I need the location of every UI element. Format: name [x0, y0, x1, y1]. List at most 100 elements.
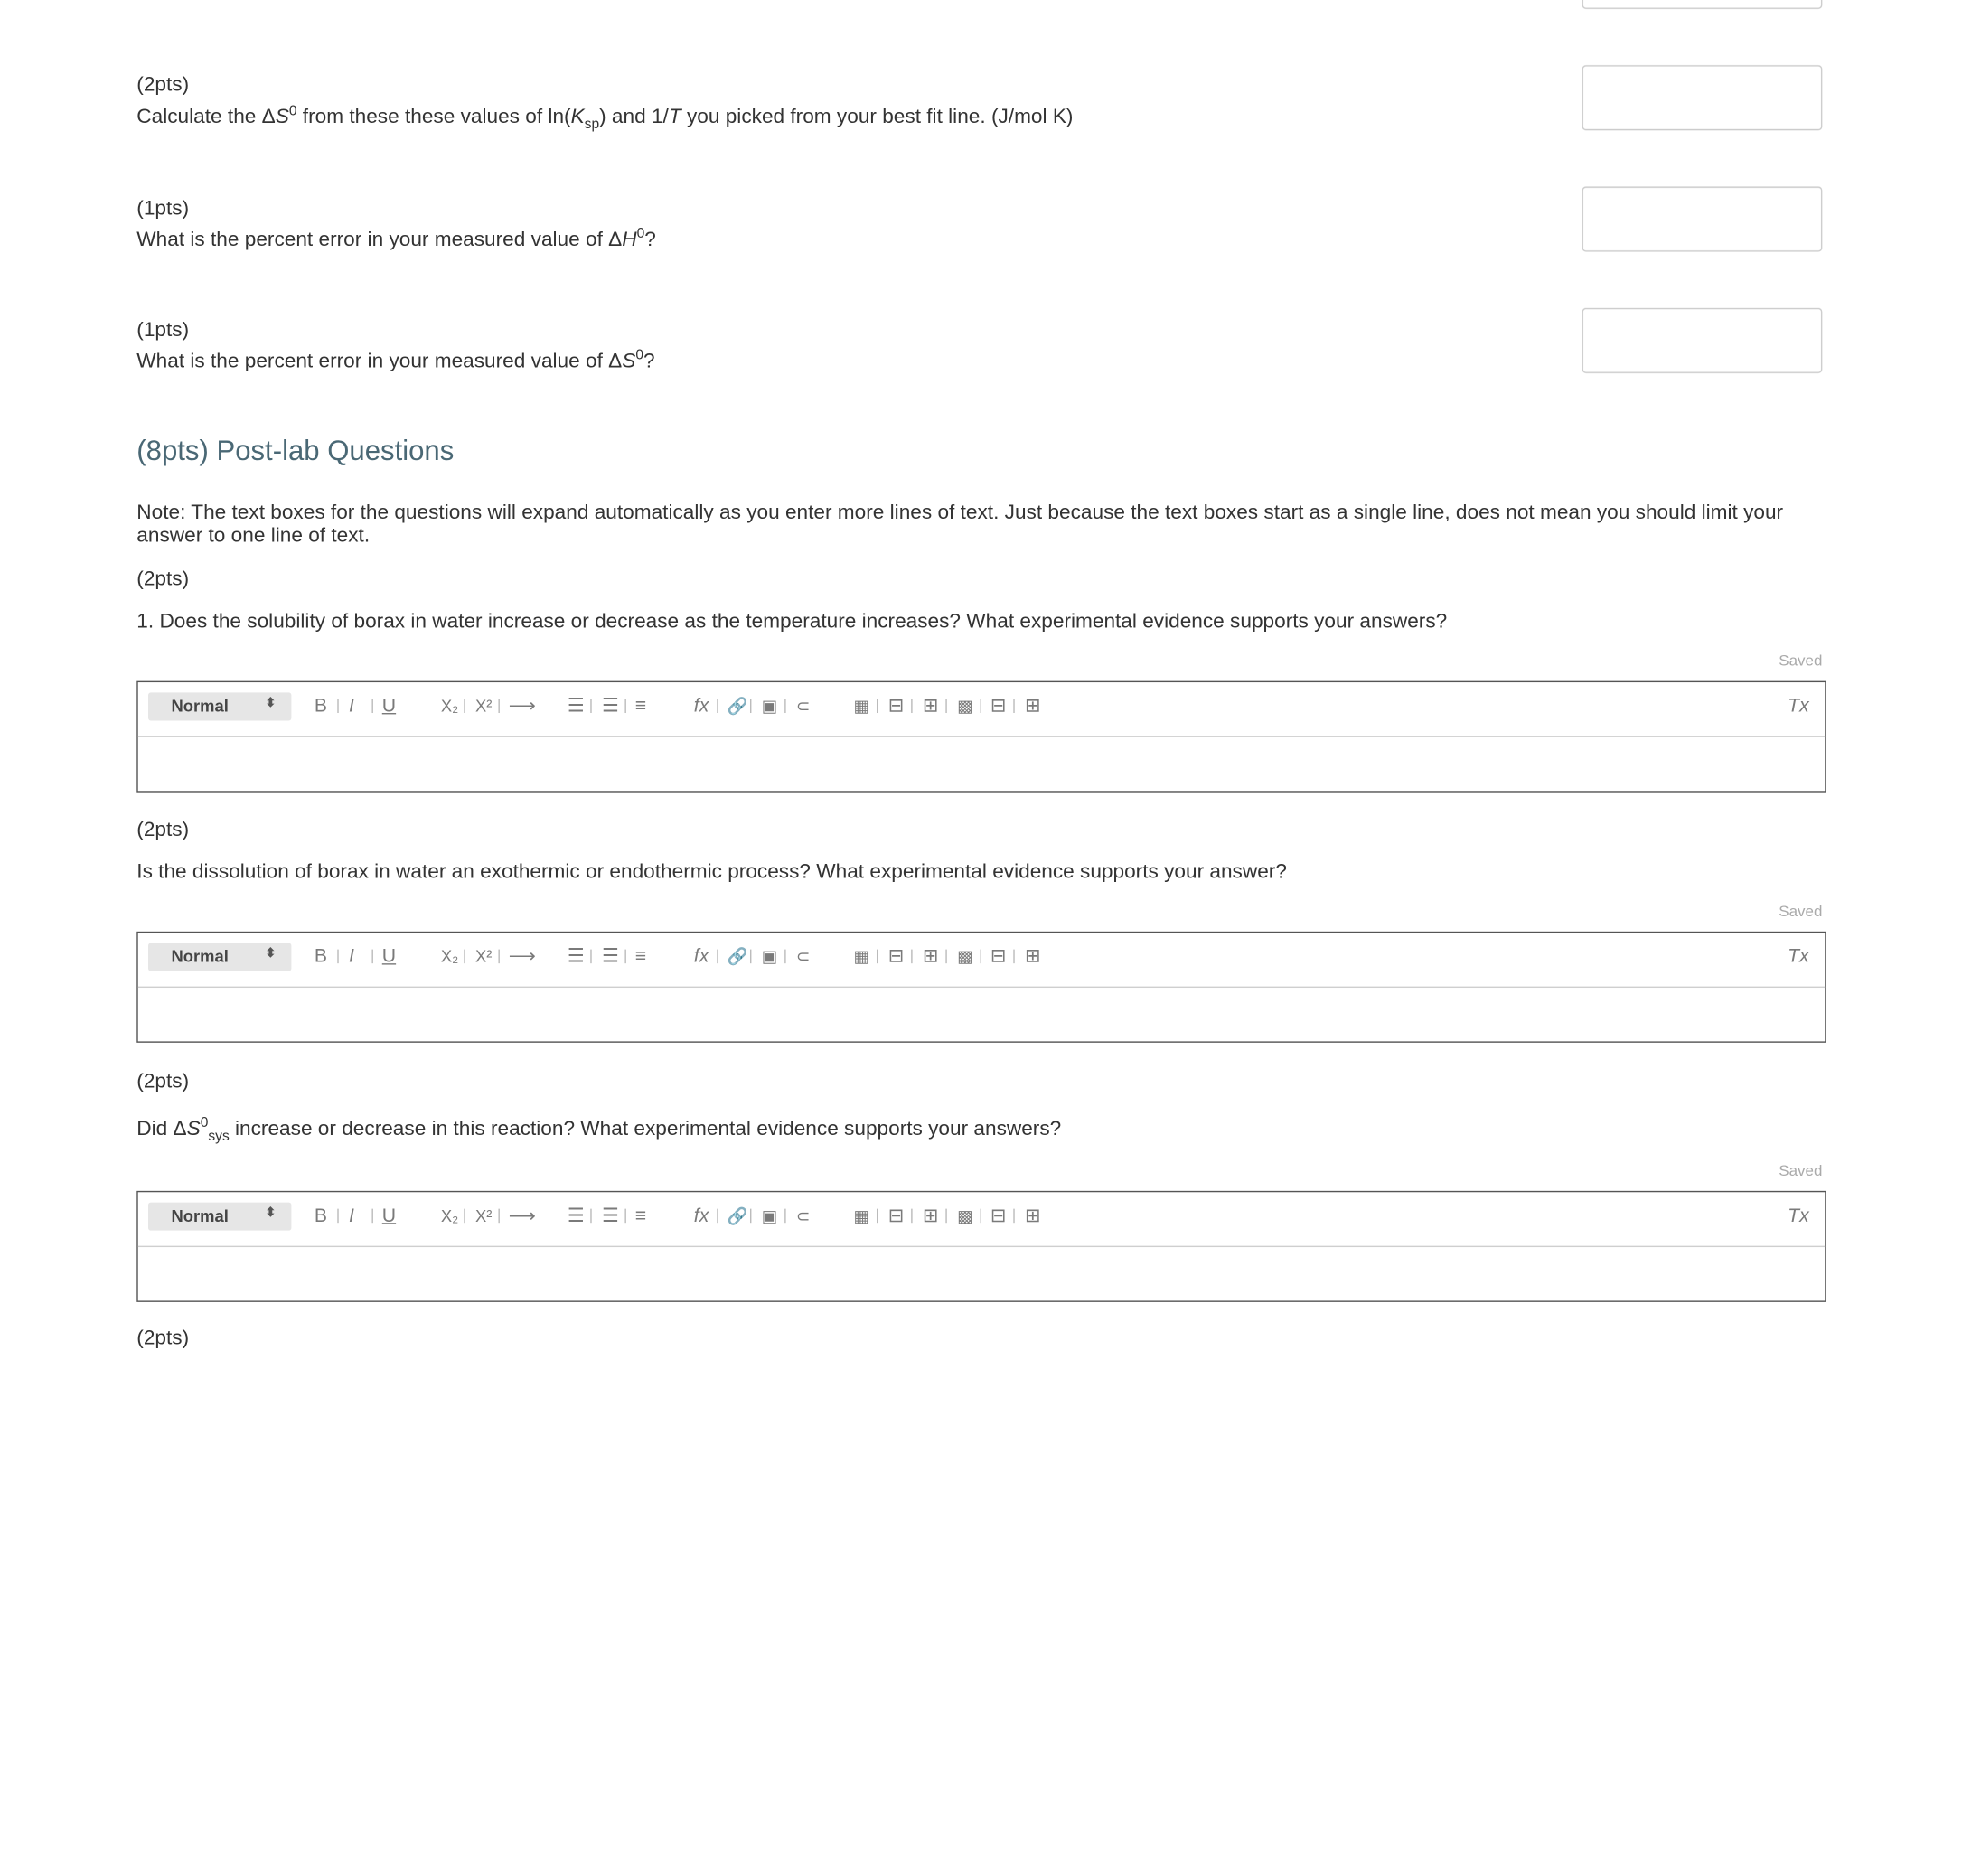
toolbar-separator — [784, 949, 786, 964]
arrow-icon[interactable]: ⟶ — [509, 1205, 536, 1227]
saved-status: Saved — [1779, 1161, 1823, 1180]
delete-row-icon[interactable]: ⊟ — [991, 1205, 1007, 1227]
insert-row-icon[interactable]: ⊟ — [888, 695, 905, 718]
insert-column-icon[interactable]: ⊞ — [923, 1205, 939, 1227]
editor-text-area[interactable] — [138, 988, 1825, 1040]
underline-icon[interactable]: U — [382, 695, 396, 718]
answer-input-error-s[interactable] — [1582, 307, 1823, 373]
insert-row-icon[interactable]: ⊟ — [888, 945, 905, 968]
italic-icon[interactable]: I — [349, 1205, 354, 1227]
delete-column-icon[interactable]: ⊞ — [1025, 1205, 1041, 1227]
italic-icon[interactable]: I — [349, 695, 354, 718]
attachment-icon[interactable]: ⊂ — [796, 945, 810, 968]
link-icon[interactable]: 🔗 — [728, 695, 748, 718]
formula-icon[interactable]: fx — [694, 1205, 709, 1227]
superscript-icon[interactable]: X² — [475, 1205, 492, 1227]
table-icon[interactable]: ▦ — [854, 945, 869, 968]
delete-column-icon[interactable]: ⊞ — [1025, 945, 1041, 968]
instruction-note: Note: The text boxes for the questions w… — [136, 502, 1784, 548]
subscript-icon[interactable]: X₂ — [441, 695, 458, 718]
ordered-list-icon[interactable]: ☰ — [568, 945, 585, 968]
subscript-icon[interactable]: X₂ — [441, 945, 458, 968]
editor-text-area[interactable] — [138, 737, 1825, 790]
align-icon[interactable]: ≡ — [635, 1205, 646, 1227]
format-select[interactable]: Normal ⬍ — [148, 1202, 292, 1231]
subscript-icon[interactable]: X₂ — [441, 1205, 458, 1227]
format-select[interactable]: Normal ⬍ — [148, 943, 292, 971]
insert-column-icon[interactable]: ⊞ — [923, 695, 939, 718]
toolbar-separator — [624, 1208, 626, 1224]
chevron-updown-icon: ⬍ — [265, 1205, 277, 1221]
bold-icon[interactable]: B — [315, 945, 327, 968]
toolbar-separator — [784, 699, 786, 714]
insert-row-icon[interactable]: ⊟ — [888, 1205, 905, 1227]
format-select-value: Normal — [171, 1205, 229, 1226]
bullet-list-icon[interactable]: ☰ — [602, 945, 619, 968]
question-points: (2pts) — [136, 1327, 190, 1350]
toolbar-separator — [911, 699, 913, 714]
delete-table-icon[interactable]: ▩ — [957, 1205, 972, 1227]
toolbar-separator — [464, 949, 465, 964]
question-text: Did ΔS0sys increase or decrease in this … — [136, 1115, 1062, 1145]
link-icon[interactable]: 🔗 — [728, 1205, 748, 1227]
question-points: (2pts) — [136, 1070, 190, 1093]
attachment-icon[interactable]: ⊂ — [796, 1205, 810, 1227]
clear-format-icon[interactable]: Tx — [1788, 695, 1809, 718]
toolbar-separator — [945, 1208, 947, 1224]
align-icon[interactable]: ≡ — [635, 945, 646, 968]
toolbar-separator — [498, 1208, 500, 1224]
image-icon[interactable]: ▣ — [762, 1205, 777, 1227]
bullet-list-icon[interactable]: ☰ — [602, 695, 619, 718]
rich-text-editor: Normal ⬍ B I U X₂ X² ⟶ ☰ ☰ ≡ fx 🔗 ▣ ⊂ ▦ ⊟ ⊞ ▩ ⊟ ⊞ Tx — [136, 1190, 1826, 1302]
toolbar-separator — [464, 1208, 465, 1224]
editor-toolbar: Normal ⬍ B I U X₂ X² ⟶ ☰ ☰ ≡ fx 🔗 ▣ ⊂ ▦ ⊟ ⊞ ▩ ⊟ ⊞ Tx — [137, 682, 1826, 737]
insert-column-icon[interactable]: ⊞ — [923, 945, 939, 968]
answer-input-entropy[interactable] — [1582, 65, 1823, 131]
arrow-icon[interactable]: ⟶ — [509, 945, 536, 968]
formula-icon[interactable]: fx — [694, 695, 709, 718]
image-icon[interactable]: ▣ — [762, 945, 777, 968]
toolbar-separator — [464, 699, 465, 714]
question-points: (2pts) — [136, 568, 190, 591]
superscript-icon[interactable]: X² — [475, 945, 492, 968]
bullet-list-icon[interactable]: ☰ — [602, 1205, 619, 1227]
link-icon[interactable]: 🔗 — [728, 945, 748, 968]
delete-column-icon[interactable]: ⊞ — [1025, 695, 1041, 718]
answer-input-error-h[interactable] — [1582, 186, 1823, 252]
table-icon[interactable]: ▦ — [854, 1205, 869, 1227]
chevron-updown-icon: ⬍ — [265, 946, 277, 961]
editor-toolbar: Normal ⬍ B I U X₂ X² ⟶ ☰ ☰ ≡ fx 🔗 ▣ ⊂ ▦ ⊟ ⊞ ▩ ⊟ ⊞ Tx — [137, 1192, 1826, 1248]
toolbar-separator — [717, 1208, 718, 1224]
question-points: (2pts) — [136, 74, 190, 97]
toolbar-separator — [1013, 1208, 1015, 1224]
superscript-icon[interactable]: X² — [475, 695, 492, 718]
formula-icon[interactable]: fx — [694, 945, 709, 968]
format-select[interactable]: Normal ⬍ — [148, 692, 292, 721]
delete-row-icon[interactable]: ⊟ — [991, 695, 1007, 718]
delete-row-icon[interactable]: ⊟ — [991, 945, 1007, 968]
arrow-icon[interactable]: ⟶ — [509, 695, 536, 718]
question-points: (2pts) — [136, 819, 190, 841]
underline-icon[interactable]: U — [382, 945, 396, 968]
ordered-list-icon[interactable]: ☰ — [568, 1205, 585, 1227]
attachment-icon[interactable]: ⊂ — [796, 695, 810, 718]
delete-table-icon[interactable]: ▩ — [957, 695, 972, 718]
bold-icon[interactable]: B — [315, 1205, 327, 1227]
clear-format-icon[interactable]: Tx — [1788, 1205, 1809, 1227]
delete-table-icon[interactable]: ▩ — [957, 945, 972, 968]
toolbar-separator — [624, 699, 626, 714]
toolbar-separator — [717, 949, 718, 964]
toolbar-separator — [877, 949, 878, 964]
image-icon[interactable]: ▣ — [762, 695, 777, 718]
ordered-list-icon[interactable]: ☰ — [568, 695, 585, 718]
underline-icon[interactable]: U — [382, 1205, 396, 1227]
clear-format-icon[interactable]: Tx — [1788, 945, 1809, 968]
editor-text-area[interactable] — [138, 1247, 1825, 1299]
align-icon[interactable]: ≡ — [635, 695, 646, 718]
bold-icon[interactable]: B — [315, 695, 327, 718]
table-icon[interactable]: ▦ — [854, 695, 869, 718]
toolbar-separator — [784, 1208, 786, 1224]
toolbar-separator — [877, 1208, 878, 1224]
answer-input-prev[interactable] — [1582, 0, 1823, 9]
italic-icon[interactable]: I — [349, 945, 354, 968]
